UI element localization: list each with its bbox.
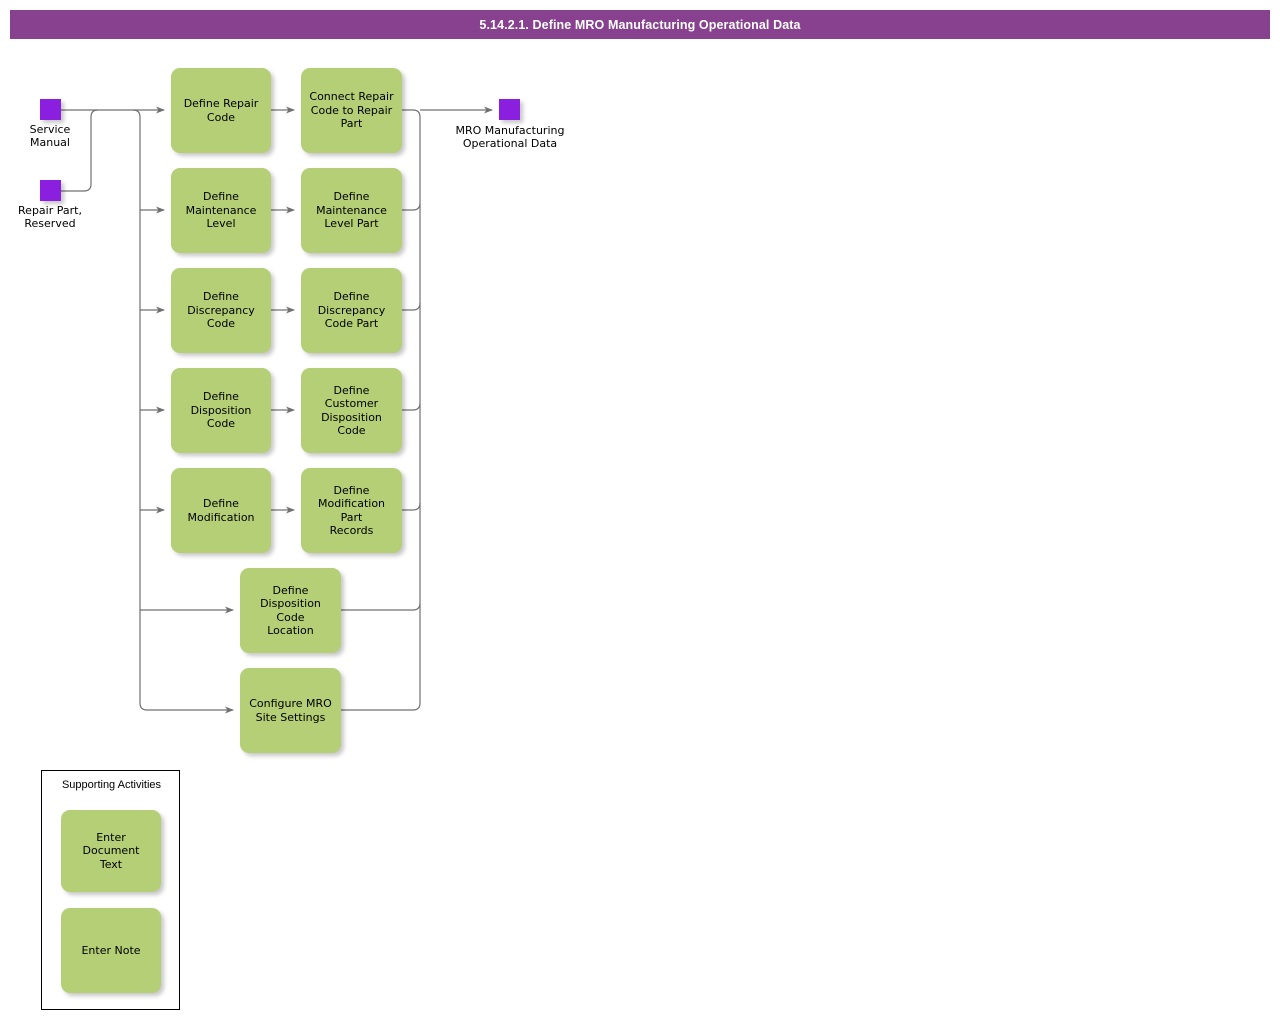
activity-label: Define Modification [187, 497, 255, 524]
activity-label: Enter Note [81, 943, 141, 957]
activity-configure-mro-site-settings[interactable]: Configure MRO Site Settings [240, 668, 341, 753]
wire-row4-to-right-bus [402, 402, 421, 411]
wire-left-bus [132, 109, 148, 711]
activity-define-repair-code[interactable]: Define Repair Code [171, 68, 271, 153]
wire-row3-to-right-bus [402, 302, 421, 311]
activity-define-maintenance-level-part[interactable]: Define Maintenance Level Part [301, 168, 402, 253]
supporting-activity-enter-document-text[interactable]: Enter Document Text [61, 810, 161, 892]
activity-label: Define Customer Disposition Code [321, 383, 382, 438]
activity-define-customer-disposition-code[interactable]: Define Customer Disposition Code [301, 368, 402, 453]
io-node-mro-manufacturing-operational-data[interactable] [499, 99, 520, 120]
diagram-canvas: 5.14.2.1. Define MRO Manufacturing Opera… [0, 0, 1280, 1020]
wire-row5-to-right-bus [402, 502, 421, 511]
activity-label: Define Discrepancy Code [187, 290, 255, 331]
activity-label: Define Repair Code [183, 97, 259, 124]
activity-label: Define Disposition Code [190, 390, 252, 431]
activity-label: Define Modification Part Records [317, 483, 386, 538]
activity-define-discrepancy-code[interactable]: Define Discrepancy Code [171, 268, 271, 353]
supporting-activities-title: Supporting Activities [61, 779, 162, 791]
activity-label: Configure MRO Site Settings [249, 697, 332, 724]
activity-define-modification-part-records[interactable]: Define Modification Part Records [301, 468, 402, 553]
activity-connect-repair-code-to-repair-part[interactable]: Connect Repair Code to Repair Part [301, 68, 402, 153]
activity-label: Define Disposition Code Location [260, 583, 321, 638]
activity-define-modification[interactable]: Define Modification [171, 468, 271, 553]
wire-row6-to-right-bus [341, 602, 421, 611]
io-label-mro-manufacturing-operational-data: MRO Manufacturing Operational Data [455, 124, 565, 150]
io-node-service-manual[interactable] [40, 99, 61, 120]
activity-define-maintenance-level[interactable]: Define Maintenance Level [171, 168, 271, 253]
page-title-bar: 5.14.2.1. Define MRO Manufacturing Opera… [10, 10, 1270, 39]
activity-label: Define Maintenance Level Part [316, 190, 387, 231]
activity-define-discrepancy-code-part[interactable]: Define Discrepancy Code Part [301, 268, 402, 353]
activity-define-disposition-code[interactable]: Define Disposition Code [171, 368, 271, 453]
supporting-activity-enter-note[interactable]: Enter Note [61, 908, 161, 993]
activity-label: Define Maintenance Level [185, 190, 257, 231]
io-node-repair-part-reserved[interactable] [40, 180, 61, 201]
io-label-repair-part-reserved: Repair Part, Reserved [18, 204, 82, 230]
activity-define-disposition-code-location[interactable]: Define Disposition Code Location [240, 568, 341, 653]
activity-label: Connect Repair Code to Repair Part [309, 90, 394, 131]
wire-row2-to-right-bus [402, 202, 421, 211]
io-label-service-manual: Service Manual [29, 123, 71, 149]
activity-label: Define Discrepancy Code Part [317, 290, 386, 331]
page-title: 5.14.2.1. Define MRO Manufacturing Opera… [479, 17, 801, 32]
activity-label: Enter Document Text [82, 830, 140, 871]
